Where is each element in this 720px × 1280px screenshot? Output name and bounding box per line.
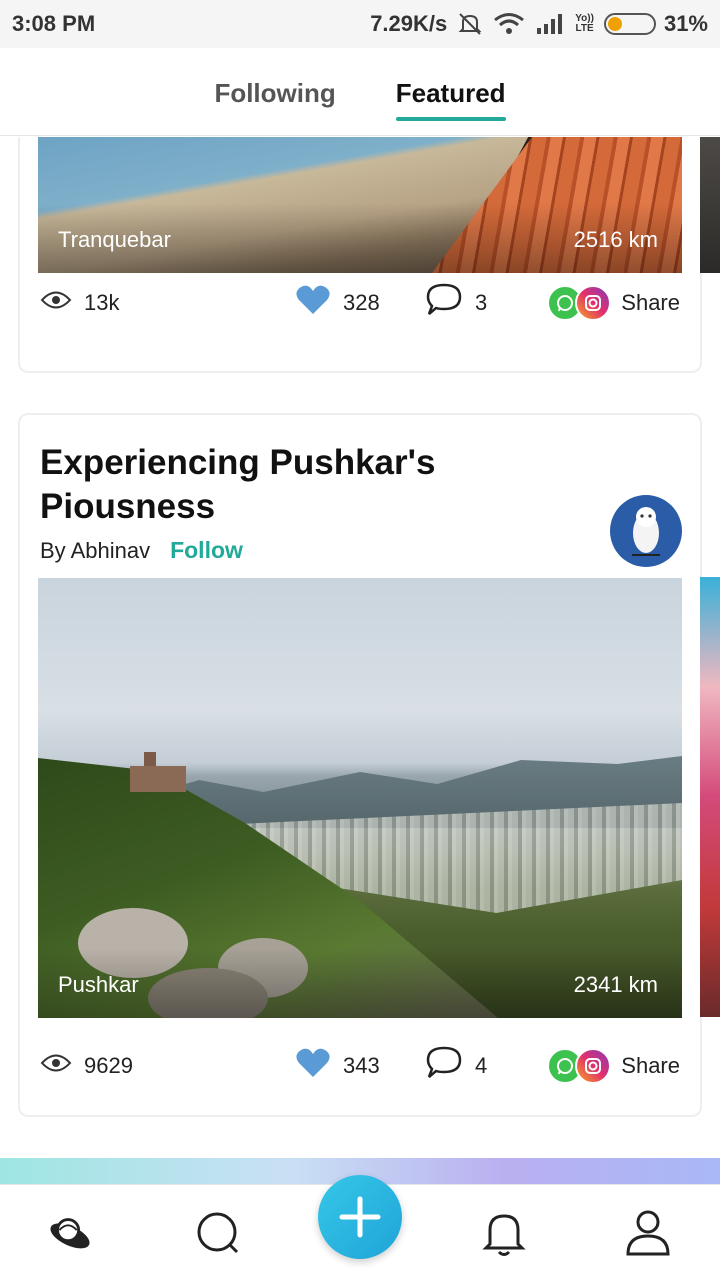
battery-body <box>603 13 656 35</box>
views-stat: 13k <box>40 289 295 317</box>
status-right: 7.29K/s Yo)) LTE 31% <box>370 11 708 37</box>
explore-icon[interactable] <box>46 1209 94 1257</box>
share-button[interactable]: Share <box>547 285 680 321</box>
tab-following[interactable]: Following <box>214 48 335 135</box>
share-icons <box>547 1048 612 1084</box>
share-icons <box>547 285 612 321</box>
post-location: Pushkar <box>58 972 139 997</box>
signal-icon <box>535 12 565 36</box>
post-photo[interactable]: Tranquebar 2516 km <box>38 137 682 273</box>
next-photo-peek[interactable] <box>700 577 720 1017</box>
tab-featured[interactable]: Featured <box>395 48 506 135</box>
eye-icon <box>40 1052 72 1080</box>
search-icon[interactable] <box>194 1209 242 1257</box>
comments-count: 3 <box>475 290 488 315</box>
battery-percent: 31% <box>663 11 708 36</box>
volte-icon: Yo)) LTE <box>575 14 594 34</box>
avatar[interactable] <box>610 495 682 567</box>
battery-fill <box>607 17 622 31</box>
instagram-icon <box>575 285 612 321</box>
views-count: 13k <box>84 290 120 315</box>
share-label: Share <box>621 1053 680 1078</box>
byline: By Abhinav Follow <box>40 537 243 564</box>
bottom-nav <box>0 1175 720 1280</box>
post-distance: 2341 km <box>573 972 658 997</box>
comment-button[interactable]: 4 <box>425 1045 545 1087</box>
post-distance: 2516 km <box>573 227 658 252</box>
likes-count: 328 <box>343 290 380 315</box>
volte-label-bottom: LTE <box>575 23 594 34</box>
instagram-icon <box>575 1048 612 1084</box>
battery-icon: 31% <box>603 11 708 37</box>
comment-button[interactable]: 3 <box>425 282 545 324</box>
share-button[interactable]: Share <box>547 1048 680 1084</box>
follow-button[interactable]: Follow <box>170 537 243 564</box>
add-icon <box>339 1196 381 1238</box>
post-stats: 9629 343 4 Share <box>20 1036 700 1096</box>
network-speed: 7.29K/s <box>370 11 448 36</box>
likes-count: 343 <box>343 1053 380 1078</box>
bell-icon[interactable] <box>480 1209 528 1257</box>
comment-icon <box>425 282 463 324</box>
post-stats: 13k 328 3 Share <box>20 273 700 333</box>
status-time: 3:08 PM <box>12 11 96 36</box>
post-location: Tranquebar <box>58 227 171 252</box>
owl-icon <box>632 507 660 556</box>
share-label: Share <box>621 290 680 315</box>
next-photo-peek[interactable] <box>700 137 720 273</box>
top-tabs: Following Featured <box>0 48 720 136</box>
like-button[interactable]: 328 <box>295 284 425 322</box>
post-author[interactable]: By Abhinav <box>40 538 150 564</box>
add-button[interactable] <box>318 1175 402 1259</box>
post-photo[interactable]: Pushkar 2341 km <box>38 578 682 1018</box>
feed[interactable]: Tranquebar 2516 km 13k 328 3 Share Exper… <box>0 137 720 1182</box>
heart-icon <box>295 284 331 322</box>
eye-icon <box>40 289 72 317</box>
mute-icon <box>457 11 483 37</box>
status-bar: 3:08 PM 7.29K/s Yo)) LTE 31% <box>0 0 720 48</box>
heart-icon <box>295 1047 331 1085</box>
wifi-icon <box>493 11 525 37</box>
views-stat: 9629 <box>40 1052 295 1080</box>
profile-icon[interactable] <box>624 1209 672 1257</box>
like-button[interactable]: 343 <box>295 1047 425 1085</box>
app-screen: 3:08 PM 7.29K/s Yo)) LTE 31% Following F… <box>0 0 720 1280</box>
comments-count: 4 <box>475 1053 488 1078</box>
comment-icon <box>425 1045 463 1087</box>
post-title[interactable]: Experiencing Pushkar's Piousness <box>40 441 580 529</box>
post-card[interactable]: Tranquebar 2516 km 13k 328 3 Share <box>18 137 702 373</box>
views-count: 9629 <box>84 1053 133 1078</box>
post-card[interactable]: Experiencing Pushkar's Piousness By Abhi… <box>18 413 702 1117</box>
photo-temple <box>130 752 186 792</box>
